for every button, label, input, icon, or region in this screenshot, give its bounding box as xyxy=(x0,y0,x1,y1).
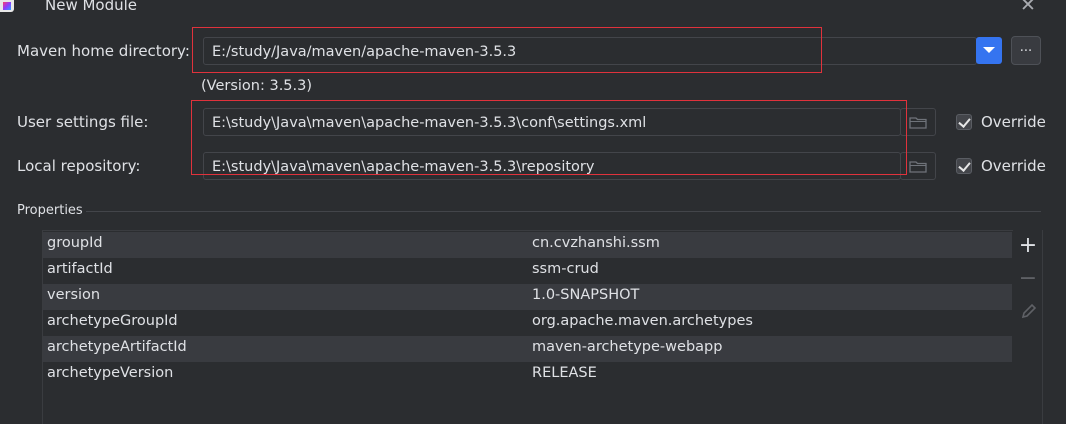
properties-table: groupId cn.cvzhanshi.ssm artifactId ssm-… xyxy=(42,230,1013,424)
remove-property-icon[interactable]: − xyxy=(1018,266,1038,291)
dialog-title: New Module xyxy=(45,0,138,14)
property-key: archetypeArtifactId xyxy=(47,339,187,355)
maven-home-dropdown-button[interactable] xyxy=(976,37,1002,64)
property-value: ssm-crud xyxy=(532,261,599,277)
user-settings-label: User settings file: xyxy=(17,113,149,131)
table-row[interactable]: artifactId ssm-crud xyxy=(43,258,1012,284)
maven-home-label-text: Maven home directory: xyxy=(17,42,190,60)
highlight-box-maven-home xyxy=(192,27,822,73)
property-value: maven-archetype-webapp xyxy=(532,339,723,355)
table-row[interactable]: archetypeGroupId org.apache.maven.archet… xyxy=(43,310,1012,336)
user-settings-override-checkbox[interactable] xyxy=(956,114,972,130)
app-icon xyxy=(0,0,14,12)
table-row[interactable]: archetypeArtifactId maven-archetype-weba… xyxy=(43,336,1012,362)
table-right-border xyxy=(1042,230,1043,424)
table-row[interactable]: groupId cn.cvzhanshi.ssm xyxy=(43,232,1012,258)
local-repo-label: Local repository: xyxy=(17,157,141,175)
table-row[interactable]: archetypeVersion RELEASE xyxy=(43,362,1012,388)
maven-version-note: (Version: 3.5.3) xyxy=(201,78,313,94)
close-icon[interactable]: ✕ xyxy=(1020,0,1036,16)
property-key: artifactId xyxy=(47,261,113,277)
folder-icon xyxy=(909,161,927,173)
property-value: 1.0-SNAPSHOT xyxy=(532,287,640,303)
add-property-icon[interactable]: + xyxy=(1018,233,1038,258)
property-value: RELEASE xyxy=(532,365,597,381)
user-settings-override-label: Override xyxy=(981,113,1046,131)
edit-pencil-icon[interactable] xyxy=(1020,302,1038,320)
folder-icon xyxy=(909,117,927,129)
local-repo-override-checkbox[interactable] xyxy=(956,158,972,174)
maven-home-browse-button[interactable]: ... xyxy=(1011,36,1041,65)
property-value: org.apache.maven.archetypes xyxy=(532,313,753,329)
property-key: version xyxy=(47,287,101,303)
properties-title: Properties xyxy=(17,203,83,218)
properties-separator xyxy=(86,211,1041,212)
maven-home-label: Maven home directory: xyxy=(17,42,190,60)
property-value: cn.cvzhanshi.ssm xyxy=(532,235,660,251)
property-key: archetypeGroupId xyxy=(47,313,178,329)
highlight-box-settings xyxy=(191,100,907,175)
property-key: archetypeVersion xyxy=(47,365,174,381)
table-row[interactable]: version 1.0-SNAPSHOT xyxy=(43,284,1012,310)
local-repo-override-label: Override xyxy=(981,157,1046,175)
property-key: groupId xyxy=(47,235,103,251)
